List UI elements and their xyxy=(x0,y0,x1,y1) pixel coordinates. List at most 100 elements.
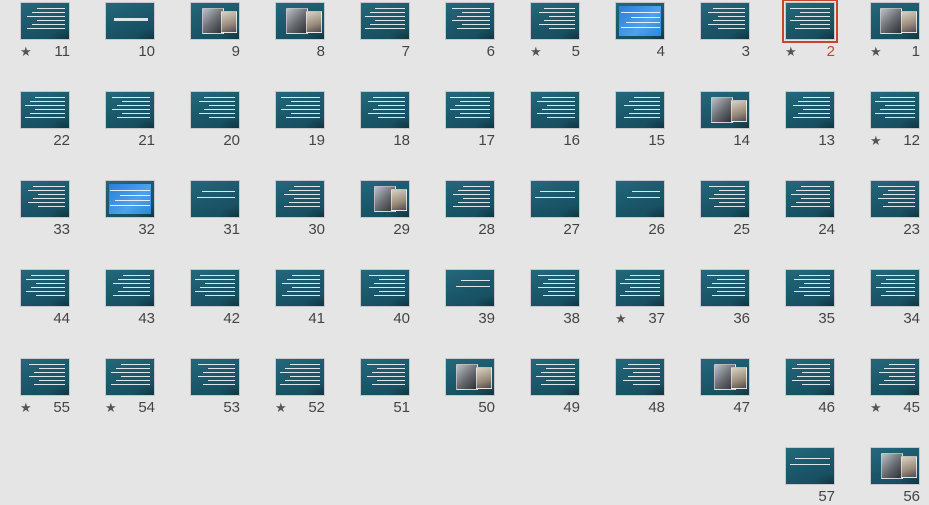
slide-thumbnail-26[interactable]: 26 xyxy=(615,180,665,238)
slide-thumbnail-41[interactable]: 41 xyxy=(275,269,325,327)
slide-preview[interactable] xyxy=(105,2,155,40)
slide-preview[interactable] xyxy=(105,269,155,307)
slide-preview[interactable] xyxy=(445,91,495,129)
slide-preview[interactable] xyxy=(615,91,665,129)
slide-thumbnail-28[interactable]: 28 xyxy=(445,180,495,238)
slide-thumbnail-33[interactable]: 33 xyxy=(20,180,70,238)
slide-thumbnail-38[interactable]: 38 xyxy=(530,269,580,327)
slide-thumbnail-17[interactable]: 17 xyxy=(445,91,495,149)
slide-preview[interactable] xyxy=(785,358,835,396)
slide-thumbnail-13[interactable]: 13 xyxy=(785,91,835,149)
slide-thumbnail-35[interactable]: 35 xyxy=(785,269,835,327)
slide-thumbnail-9[interactable]: 9 xyxy=(190,2,240,60)
slide-thumbnail-44[interactable]: 44 xyxy=(20,269,70,327)
slide-preview[interactable] xyxy=(20,358,70,396)
slide-thumbnail-55[interactable]: 55 ★ xyxy=(20,358,70,416)
slide-thumbnail-51[interactable]: 51 xyxy=(360,358,410,416)
slide-preview[interactable] xyxy=(700,91,750,129)
slide-thumbnail-32[interactable]: 32 xyxy=(105,180,155,238)
slide-thumbnail-2[interactable]: 2 ★ xyxy=(782,0,838,60)
slide-preview[interactable] xyxy=(530,91,580,129)
slide-preview[interactable] xyxy=(275,358,325,396)
slide-preview[interactable] xyxy=(615,269,665,307)
slide-thumbnail-15[interactable]: 15 xyxy=(615,91,665,149)
slide-preview[interactable] xyxy=(360,91,410,129)
slide-preview[interactable] xyxy=(20,180,70,218)
slide-preview[interactable] xyxy=(870,91,920,129)
slide-thumbnail-37[interactable]: 37 ★ xyxy=(615,269,665,327)
slide-preview[interactable] xyxy=(530,358,580,396)
slide-preview[interactable] xyxy=(445,358,495,396)
slide-thumbnail-39[interactable]: 39 xyxy=(445,269,495,327)
slide-thumbnail-14[interactable]: 14 xyxy=(700,91,750,149)
slide-preview[interactable] xyxy=(20,269,70,307)
slide-thumbnail-5[interactable]: 5 ★ xyxy=(530,2,580,60)
slide-preview[interactable] xyxy=(530,2,580,40)
slide-thumbnail-29[interactable]: 29 xyxy=(360,180,410,238)
slide-thumbnail-34[interactable]: 34 xyxy=(870,269,920,327)
slide-preview[interactable] xyxy=(615,180,665,218)
slide-thumbnail-16[interactable]: 16 xyxy=(530,91,580,149)
slide-thumbnail-45[interactable]: 45 ★ xyxy=(870,358,920,416)
slide-preview[interactable] xyxy=(275,91,325,129)
slide-thumbnail-19[interactable]: 19 xyxy=(275,91,325,149)
slide-thumbnail-47[interactable]: 47 xyxy=(700,358,750,416)
slide-thumbnail-56[interactable]: 56 xyxy=(870,447,920,505)
slide-thumbnail-46[interactable]: 46 xyxy=(785,358,835,416)
slide-thumbnail-3[interactable]: 3 xyxy=(700,2,750,60)
slide-preview[interactable] xyxy=(20,2,70,40)
slide-thumbnail-11[interactable]: 11 ★ xyxy=(20,2,70,60)
slide-preview[interactable] xyxy=(105,180,155,218)
slide-preview[interactable] xyxy=(785,447,835,485)
slide-preview[interactable] xyxy=(615,2,665,40)
slide-thumbnail-50[interactable]: 50 xyxy=(445,358,495,416)
slide-preview[interactable] xyxy=(870,358,920,396)
slide-preview[interactable] xyxy=(700,358,750,396)
slide-preview[interactable] xyxy=(190,2,240,40)
slide-preview[interactable] xyxy=(870,180,920,218)
slide-preview[interactable] xyxy=(190,91,240,129)
slide-preview[interactable] xyxy=(190,358,240,396)
slide-thumbnail-6[interactable]: 6 xyxy=(445,2,495,60)
slide-thumbnail-12[interactable]: 12 ★ xyxy=(870,91,920,149)
slide-preview[interactable] xyxy=(105,358,155,396)
slide-preview[interactable] xyxy=(700,180,750,218)
slide-preview[interactable] xyxy=(785,180,835,218)
slide-thumbnail-53[interactable]: 53 xyxy=(190,358,240,416)
slide-thumbnail-20[interactable]: 20 xyxy=(190,91,240,149)
slide-preview[interactable] xyxy=(870,2,920,40)
slide-preview[interactable] xyxy=(785,269,835,307)
slide-preview[interactable] xyxy=(782,0,838,43)
slide-preview[interactable] xyxy=(445,180,495,218)
slide-thumbnail-54[interactable]: 54 ★ xyxy=(105,358,155,416)
slide-preview[interactable] xyxy=(615,358,665,396)
slide-thumbnail-36[interactable]: 36 xyxy=(700,269,750,327)
slide-thumbnail-43[interactable]: 43 xyxy=(105,269,155,327)
slide-preview[interactable] xyxy=(445,2,495,40)
slide-preview[interactable] xyxy=(870,447,920,485)
slide-preview[interactable] xyxy=(530,180,580,218)
slide-thumbnail-31[interactable]: 31 xyxy=(190,180,240,238)
slide-thumbnail-25[interactable]: 25 xyxy=(700,180,750,238)
slide-preview[interactable] xyxy=(445,269,495,307)
slide-thumbnail-4[interactable]: 4 xyxy=(615,2,665,60)
slide-preview[interactable] xyxy=(190,269,240,307)
slide-thumbnail-57[interactable]: 57 xyxy=(785,447,835,505)
slide-preview[interactable] xyxy=(360,269,410,307)
slide-preview[interactable] xyxy=(700,2,750,40)
slide-preview[interactable] xyxy=(360,358,410,396)
slide-preview[interactable] xyxy=(275,269,325,307)
slide-thumbnail-1[interactable]: 1 ★ xyxy=(870,2,920,60)
slide-sorter-pane[interactable]: 1 ★ 2 ★ 3 4 5 ★ 6 7 8 9 10 11 ★ 12 ★ 13 14 15 16 17 18 19 20 21 22… xyxy=(0,0,929,505)
slide-preview[interactable] xyxy=(275,180,325,218)
slide-thumbnail-48[interactable]: 48 xyxy=(615,358,665,416)
slide-preview[interactable] xyxy=(20,91,70,129)
slide-thumbnail-7[interactable]: 7 xyxy=(360,2,410,60)
slide-preview[interactable] xyxy=(360,180,410,218)
slide-thumbnail-27[interactable]: 27 xyxy=(530,180,580,238)
slide-thumbnail-22[interactable]: 22 xyxy=(20,91,70,149)
slide-preview[interactable] xyxy=(700,269,750,307)
slide-preview[interactable] xyxy=(870,269,920,307)
slide-thumbnail-42[interactable]: 42 xyxy=(190,269,240,327)
slide-preview[interactable] xyxy=(530,269,580,307)
